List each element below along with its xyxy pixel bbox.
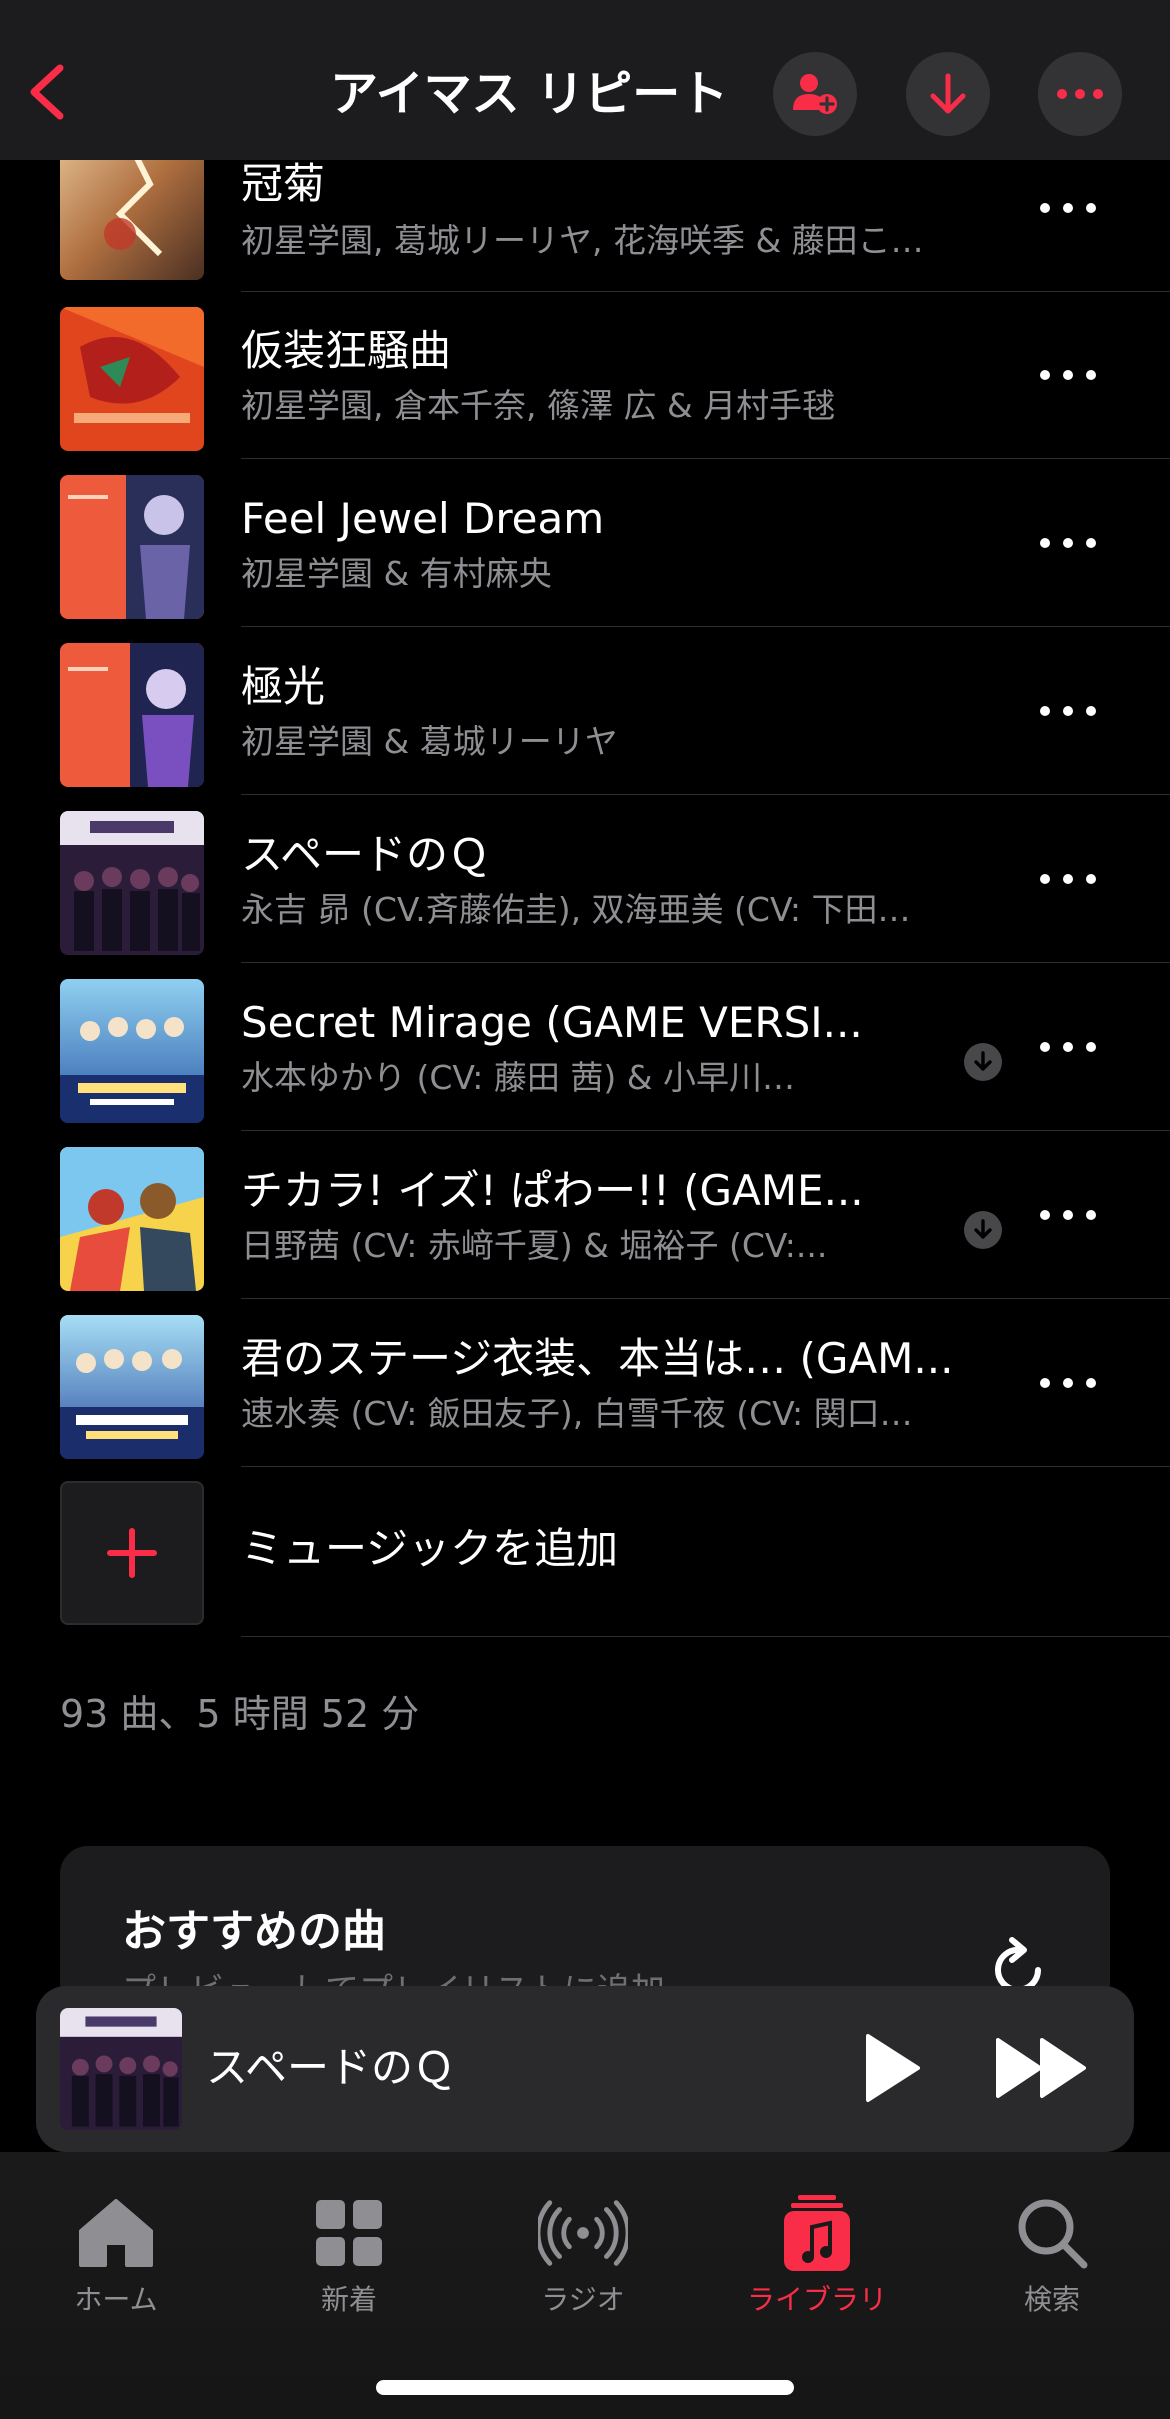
- fast-forward-icon: [996, 2038, 1086, 2098]
- grid-icon: [304, 2190, 394, 2276]
- nav-header: アイマス リピート: [0, 0, 1170, 160]
- tab-label: 検索: [1023, 2283, 1080, 2316]
- mini-player[interactable]: スペードのＱ: [36, 1986, 1134, 2152]
- song-more-button[interactable]: [1040, 1361, 1096, 1405]
- music-library-icon: [772, 2190, 862, 2276]
- song-more-button[interactable]: [1040, 186, 1096, 230]
- divider: [241, 1636, 1170, 1637]
- tab-label: ラジオ: [541, 2283, 625, 2316]
- song-row[interactable]: チカラ! イズ! ぱわー!! (GAME... 日野茜 (CV: 赤﨑千夏) &…: [0, 1131, 1170, 1299]
- play-icon: [866, 2034, 920, 2102]
- play-button[interactable]: [862, 2030, 922, 2106]
- song-title: 君のステージ衣装、本当は… (GAM...: [241, 1334, 954, 1383]
- ellipsis-icon: [1057, 89, 1103, 99]
- tab-home[interactable]: ホーム: [26, 2190, 206, 2340]
- song-artist: 初星学園, 倉本千奈, 篠澤 広 & 月村手毬: [241, 386, 836, 425]
- add-music-tile[interactable]: [60, 1481, 204, 1625]
- add-music-label: ミュージックを追加: [241, 1524, 619, 1573]
- tab-search[interactable]: 検索: [962, 2190, 1142, 2340]
- song-row[interactable]: Secret Mirage (GAME VERSI... 水本ゆかり (CV: …: [0, 963, 1170, 1131]
- song-artist: 初星学園 & 葛城リーリヤ: [241, 722, 618, 761]
- song-title: 極光: [241, 662, 326, 711]
- song-more-button[interactable]: [1040, 353, 1096, 397]
- album-art: [60, 1315, 204, 1459]
- divider: [241, 1466, 1170, 1467]
- album-art: [60, 979, 204, 1123]
- album-art: [60, 643, 204, 787]
- tab-bar: ホーム 新着 ラジオ ライブラリ 検索: [0, 2152, 1170, 2419]
- now-playing-title: スペードのＱ: [206, 2043, 456, 2092]
- song-title: スペードのＱ: [241, 830, 491, 879]
- tab-label: ホーム: [74, 2283, 158, 2316]
- song-more-button[interactable]: [1040, 1025, 1096, 1069]
- album-art: [60, 475, 204, 619]
- song-title: チカラ! イズ! ぱわー!! (GAME...: [241, 1166, 864, 1215]
- song-artist: 初星学園, 葛城リーリヤ, 花海咲季 & 藤田こ…: [241, 221, 924, 260]
- recommended-songs-title: おすすめの曲: [122, 1906, 386, 1957]
- song-row[interactable]: スペードのＱ 永吉 昴 (CV.斉藤佑圭), 双海亜美 (CV: 下田…: [0, 795, 1170, 963]
- plus-icon: [107, 1528, 157, 1578]
- now-playing-art: [60, 2008, 182, 2130]
- song-artist: 永吉 昴 (CV.斉藤佑圭), 双海亜美 (CV: 下田…: [241, 890, 911, 929]
- person-add-icon: [793, 74, 837, 114]
- song-artist: 日野茜 (CV: 赤﨑千夏) & 堀裕子 (CV:...: [241, 1226, 828, 1265]
- downloaded-icon: [964, 1043, 1002, 1081]
- tab-library[interactable]: ライブラリ: [727, 2190, 907, 2340]
- song-artist: 初星学園 & 有村麻央: [241, 554, 552, 593]
- tab-radio[interactable]: ラジオ: [493, 2190, 673, 2340]
- add-person-button[interactable]: [773, 52, 857, 136]
- arrow-down-icon: [930, 73, 966, 114]
- song-more-button[interactable]: [1040, 521, 1096, 565]
- song-artist: 水本ゆかり (CV: 藤田 茜) & 小早川…: [241, 1058, 795, 1097]
- home-indicator[interactable]: [376, 2380, 794, 2395]
- add-music-row[interactable]: ミュージックを追加: [0, 1471, 1170, 1637]
- tab-label: 新着: [320, 2283, 377, 2316]
- song-title: Secret Mirage (GAME VERSI...: [241, 998, 863, 1047]
- search-icon: [1007, 2190, 1097, 2276]
- song-title: Feel Jewel Dream: [241, 494, 605, 543]
- song-more-button[interactable]: [1040, 857, 1096, 901]
- more-button[interactable]: [1038, 52, 1122, 136]
- song-more-button[interactable]: [1040, 689, 1096, 733]
- fast-forward-button[interactable]: [994, 2034, 1090, 2102]
- playlist-title: アイマス リピート: [330, 66, 729, 122]
- song-row[interactable]: 仮装狂騒曲 初星学園, 倉本千奈, 篠澤 広 & 月村手毬: [0, 291, 1170, 459]
- song-row[interactable]: Feel Jewel Dream 初星学園 & 有村麻央: [0, 459, 1170, 627]
- back-button[interactable]: [22, 62, 72, 122]
- download-button[interactable]: [906, 52, 990, 136]
- song-title: 冠菊: [241, 159, 326, 208]
- album-art: [60, 1147, 204, 1291]
- song-title: 仮装狂騒曲: [241, 326, 452, 375]
- downloaded-icon: [964, 1211, 1002, 1249]
- song-row[interactable]: 君のステージ衣装、本当は… (GAM... 速水奏 (CV: 飯田友子), 白雪…: [0, 1299, 1170, 1467]
- tab-label: ライブラリ: [746, 2283, 887, 2316]
- music-app-playlist-screen: 冠菊 初星学園, 葛城リーリヤ, 花海咲季 & 藤田こ… 仮装狂騒曲 初星学園,…: [0, 0, 1170, 2419]
- album-art: [60, 307, 204, 451]
- chevron-left-icon: [30, 64, 64, 120]
- tab-new[interactable]: 新着: [259, 2190, 439, 2340]
- song-row[interactable]: 極光 初星学園 & 葛城リーリヤ: [0, 627, 1170, 795]
- home-icon: [71, 2190, 161, 2276]
- song-artist: 速水奏 (CV: 飯田友子), 白雪千夜 (CV: 関口…: [241, 1394, 913, 1433]
- playlist-summary: 93 曲、5 時間 52 分: [60, 1692, 420, 1736]
- song-more-button[interactable]: [1040, 1193, 1096, 1237]
- album-art: [60, 811, 204, 955]
- radio-icon: [538, 2190, 628, 2276]
